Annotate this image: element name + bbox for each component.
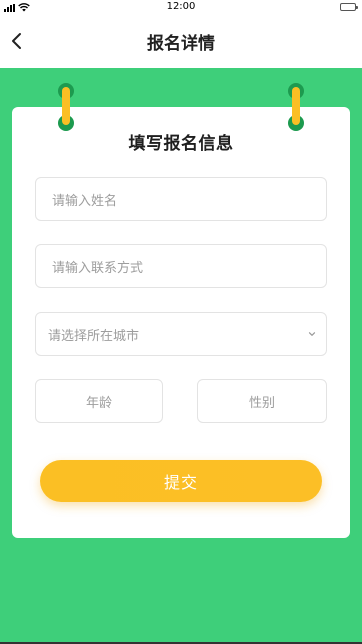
age-input-placeholder: 年龄 xyxy=(85,395,112,411)
gender-input-placeholder: 性别 xyxy=(248,395,275,411)
city-select-value: 请选择所在城市 xyxy=(48,328,140,344)
age-input[interactable]: 年龄 xyxy=(35,379,163,423)
binder-ring-right xyxy=(288,83,304,131)
contact-input[interactable]: 请输入联系方式 xyxy=(35,244,327,288)
city-select[interactable]: 请选择所在城市 xyxy=(35,312,327,356)
contact-input-placeholder: 请输入联系方式 xyxy=(52,260,144,276)
binder-ring-left xyxy=(58,83,74,131)
submit-button[interactable]: 提交 xyxy=(40,460,322,502)
gender-input[interactable]: 性别 xyxy=(197,379,327,423)
status-time: 12:00 xyxy=(166,1,196,12)
battery-icon xyxy=(340,3,358,11)
form-title: 填写报名信息 xyxy=(128,134,234,154)
page-title: 报名详情 xyxy=(147,34,215,54)
status-bar: 12:00 xyxy=(0,0,362,14)
name-input[interactable]: 请输入姓名 xyxy=(35,177,327,221)
name-input-placeholder: 请输入姓名 xyxy=(52,193,118,209)
nav-bar: 报名详情 xyxy=(0,14,362,68)
chevron-down-icon xyxy=(308,332,316,336)
